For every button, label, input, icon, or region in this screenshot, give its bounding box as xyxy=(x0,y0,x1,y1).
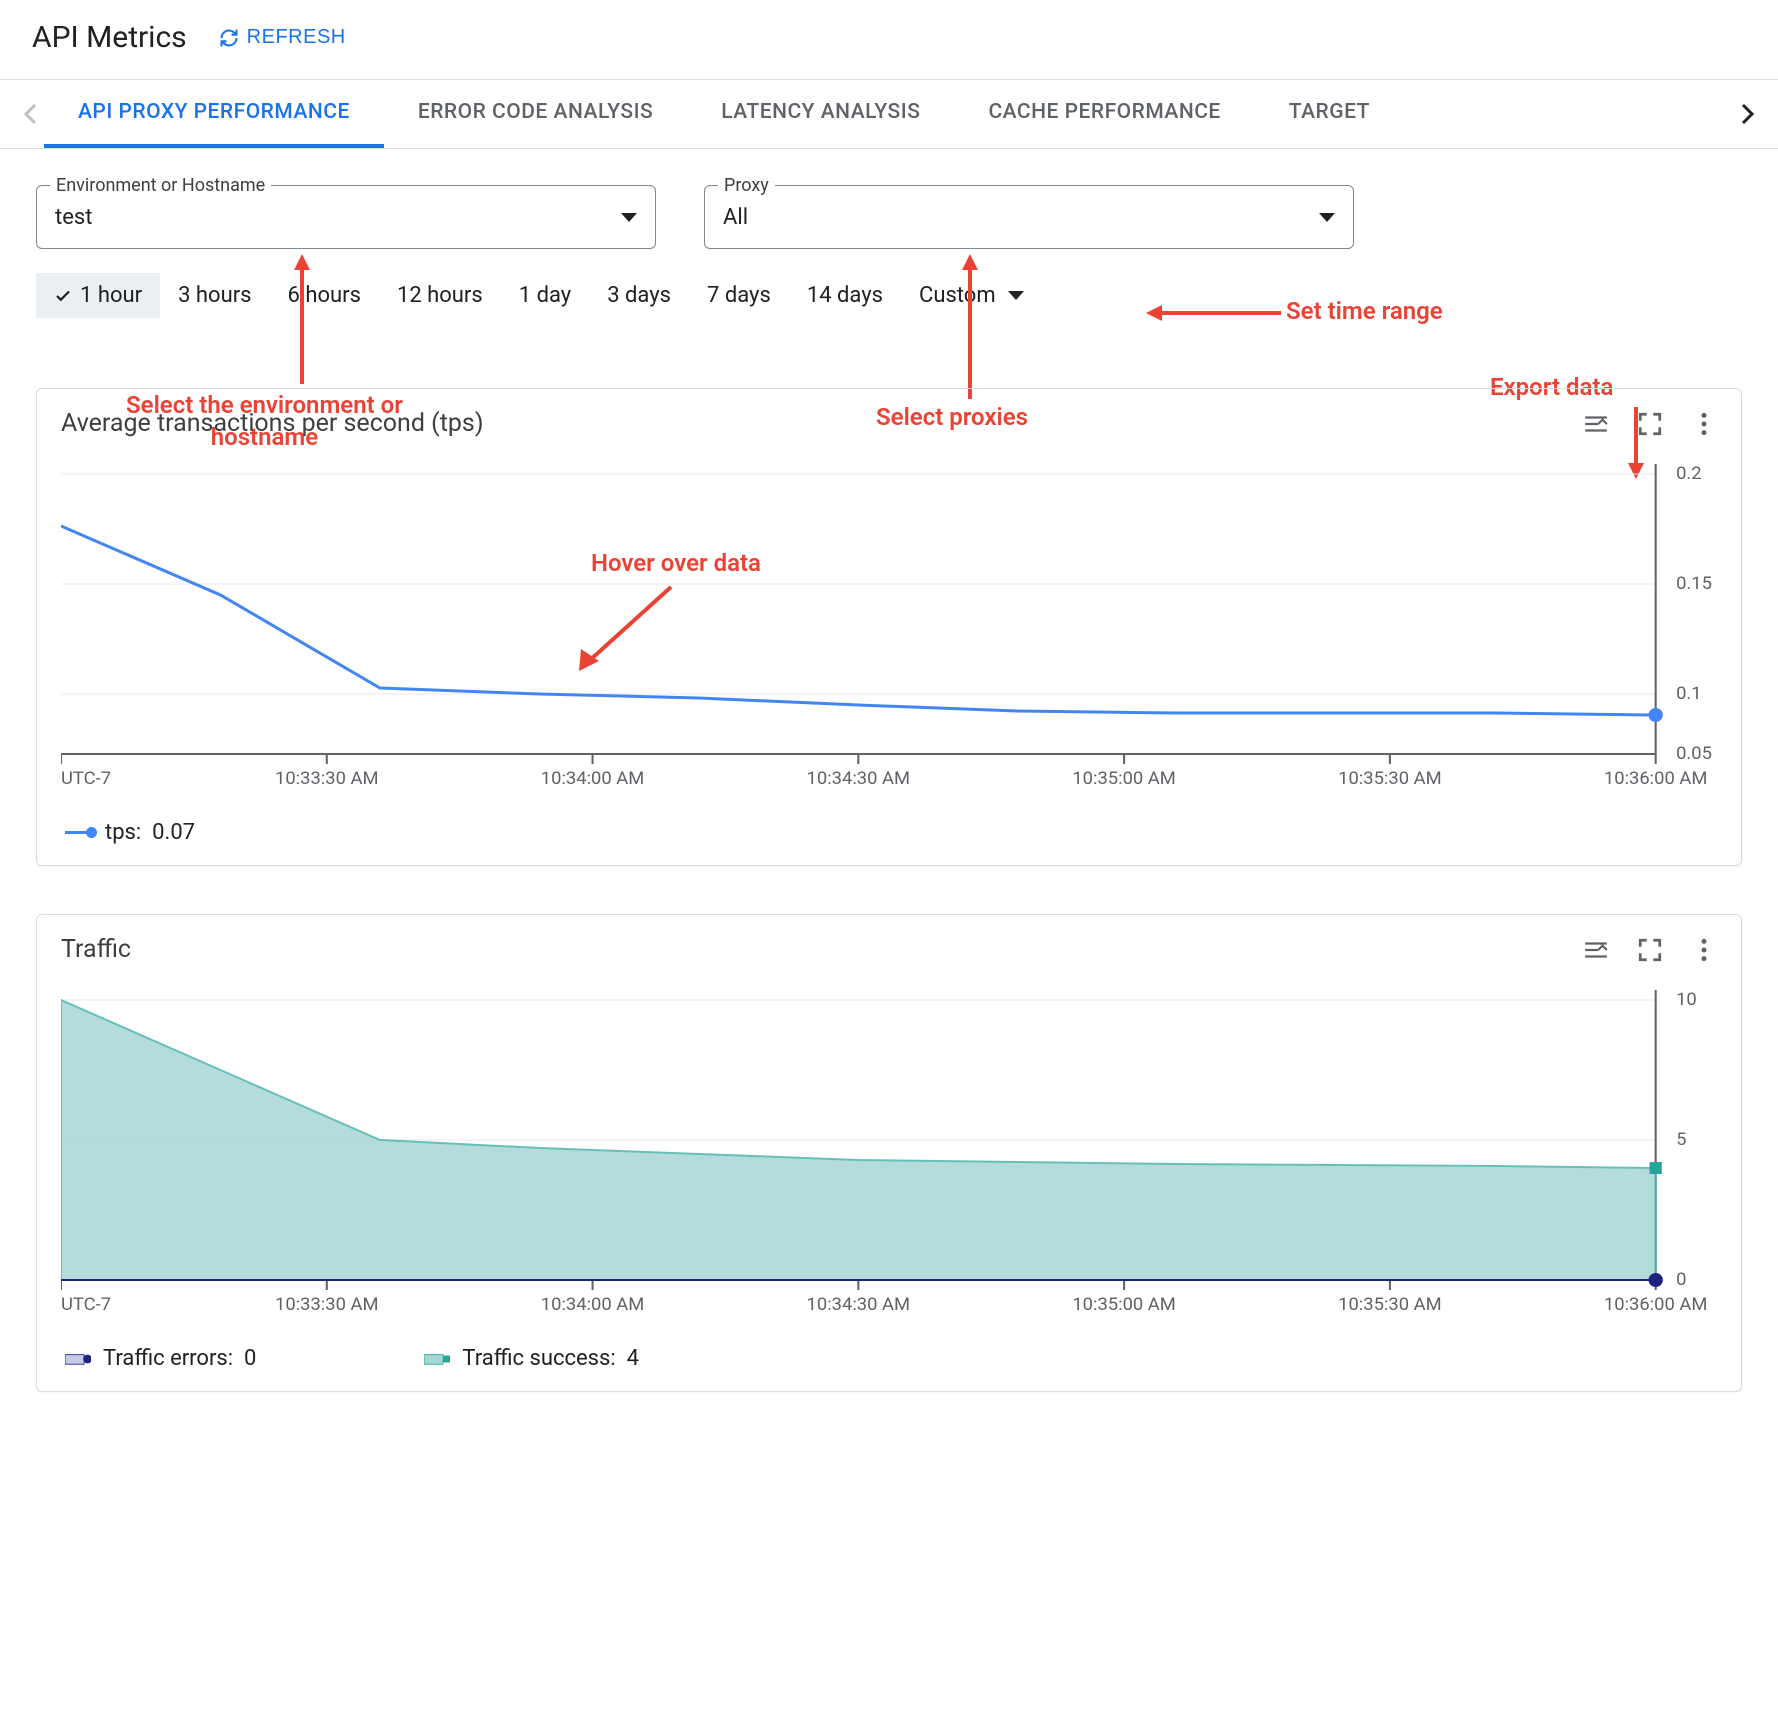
svg-text:0.15: 0.15 xyxy=(1676,573,1712,594)
legend-label: Traffic success: 4 xyxy=(462,1346,639,1371)
tab-latency-analysis[interactable]: LATENCY ANALYSIS xyxy=(687,80,954,148)
legend-item-traffic-errors[interactable]: Traffic errors: 0 xyxy=(65,1346,256,1371)
tab-error-code-analysis[interactable]: ERROR CODE ANALYSIS xyxy=(384,80,687,148)
timerange-12hours[interactable]: 12 hours xyxy=(379,273,501,318)
fullscreen-icon[interactable] xyxy=(1637,411,1663,437)
svg-text:0.1: 0.1 xyxy=(1676,683,1702,704)
timerange-custom[interactable]: Custom xyxy=(901,273,1042,318)
timerange-1hour[interactable]: 1 hour xyxy=(36,273,160,318)
timerange-7days[interactable]: 7 days xyxy=(689,273,789,318)
check-icon xyxy=(54,287,72,305)
timerange-3hours[interactable]: 3 hours xyxy=(160,273,269,318)
fullscreen-icon[interactable] xyxy=(1637,937,1663,963)
tab-scroll-right[interactable] xyxy=(1734,100,1762,128)
page-title: API Metrics xyxy=(32,20,187,55)
svg-text:0.05: 0.05 xyxy=(1676,743,1712,764)
chart-title: Average transactions per second (tps) xyxy=(61,409,484,438)
svg-text:10:33:30 AM: 10:33:30 AM xyxy=(275,768,379,789)
chart-card-tps: Average transactions per second (tps) UT xyxy=(36,388,1742,866)
chevron-down-icon xyxy=(621,213,637,222)
svg-text:10:34:30 AM: 10:34:30 AM xyxy=(807,768,911,789)
chevron-right-icon xyxy=(1741,103,1755,125)
env-select-value: test xyxy=(55,205,92,230)
svg-text:10:33:30 AM: 10:33:30 AM xyxy=(275,1294,379,1315)
svg-text:10:34:00 AM: 10:34:00 AM xyxy=(541,768,645,789)
tab-api-proxy-performance[interactable]: API PROXY PERFORMANCE xyxy=(44,80,384,148)
chevron-left-icon xyxy=(23,103,37,125)
svg-text:10:35:00 AM: 10:35:00 AM xyxy=(1072,1294,1176,1315)
svg-text:0.2: 0.2 xyxy=(1676,463,1702,484)
svg-text:UTC-7: UTC-7 xyxy=(61,768,111,789)
timerange-label: 1 hour xyxy=(80,283,142,308)
legend-label: tps: 0.07 xyxy=(105,820,195,845)
svg-text:10:34:30 AM: 10:34:30 AM xyxy=(807,1294,911,1315)
proxy-select-label: Proxy xyxy=(718,175,775,196)
proxy-select[interactable]: All xyxy=(704,185,1354,249)
svg-text:0: 0 xyxy=(1676,1269,1686,1290)
timerange-3days[interactable]: 3 days xyxy=(589,273,689,318)
refresh-icon xyxy=(219,28,239,48)
svg-text:UTC-7: UTC-7 xyxy=(61,1294,111,1315)
chart-traffic[interactable]: UTC-7 10:33:30 AM 10:34:00 AM 10:34:30 A… xyxy=(61,980,1717,1330)
legend-swatch xyxy=(65,1352,91,1366)
svg-text:10:36:00 AM: 10:36:00 AM xyxy=(1604,768,1708,789)
timerange-1day[interactable]: 1 day xyxy=(501,273,589,318)
legend-toggle-icon[interactable] xyxy=(1583,411,1609,437)
svg-text:5: 5 xyxy=(1676,1129,1686,1150)
svg-text:10: 10 xyxy=(1676,989,1697,1010)
refresh-button[interactable]: REFRESH xyxy=(219,26,346,49)
tab-scroll-left[interactable] xyxy=(16,100,44,128)
timerange-row: 1 hour 3 hours 6 hours 12 hours 1 day 3 … xyxy=(0,249,1778,318)
svg-text:10:35:30 AM: 10:35:30 AM xyxy=(1338,1294,1442,1315)
svg-text:10:36:00 AM: 10:36:00 AM xyxy=(1604,1294,1708,1315)
tab-cache-performance[interactable]: CACHE PERFORMANCE xyxy=(954,80,1254,148)
proxy-select-value: All xyxy=(723,205,748,230)
env-select-label: Environment or Hostname xyxy=(50,175,271,196)
svg-text:10:34:00 AM: 10:34:00 AM xyxy=(541,1294,645,1315)
tabs-row: API PROXY PERFORMANCE ERROR CODE ANALYSI… xyxy=(0,79,1778,149)
chart-card-traffic: Traffic UTC-7 10:33:30 AM 10:34:00 AM 10… xyxy=(36,914,1742,1392)
legend-label: Traffic errors: 0 xyxy=(103,1346,256,1371)
legend-item-traffic-success[interactable]: Traffic success: 4 xyxy=(424,1346,639,1371)
svg-text:10:35:00 AM: 10:35:00 AM xyxy=(1072,768,1176,789)
chevron-down-icon xyxy=(1319,213,1335,222)
tab-target[interactable]: TARGET xyxy=(1255,80,1404,148)
more-options-icon[interactable] xyxy=(1691,411,1717,437)
legend-item-tps[interactable]: tps: 0.07 xyxy=(65,820,195,845)
more-options-icon[interactable] xyxy=(1691,937,1717,963)
timerange-custom-label: Custom xyxy=(919,283,996,308)
legend-swatch xyxy=(65,831,93,834)
chart-tps[interactable]: UTC-7 10:33:30 AM 10:34:00 AM 10:34:30 A… xyxy=(61,454,1717,804)
legend-toggle-icon[interactable] xyxy=(1583,937,1609,963)
refresh-label: REFRESH xyxy=(247,26,346,49)
timerange-14days[interactable]: 14 days xyxy=(789,273,901,318)
chart-title: Traffic xyxy=(61,935,131,964)
legend-swatch xyxy=(424,1352,450,1366)
chevron-down-icon xyxy=(1008,291,1024,300)
svg-text:10:35:30 AM: 10:35:30 AM xyxy=(1338,768,1442,789)
timerange-6hours[interactable]: 6 hours xyxy=(270,273,379,318)
